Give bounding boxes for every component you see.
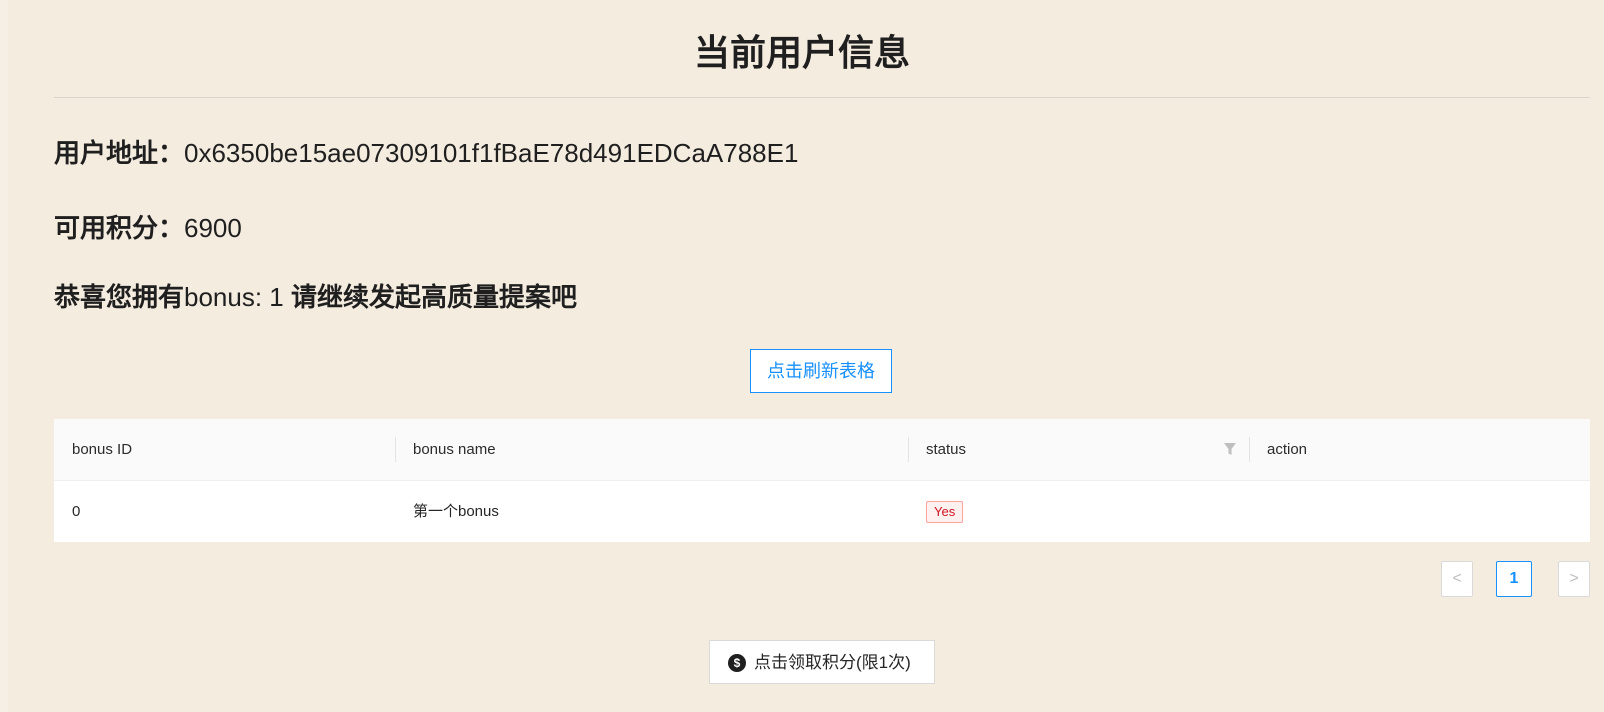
title-divider xyxy=(54,97,1590,98)
column-header-bonus-name[interactable]: bonus name xyxy=(395,419,908,480)
bonus-message: 恭喜您拥有bonus: 1 请继续发起高质量提案吧 xyxy=(54,277,577,314)
status-badge: Yes xyxy=(926,501,964,524)
cell-bonus-id: 0 xyxy=(72,503,81,520)
cell-status: Yes xyxy=(908,481,1249,542)
user-address-value: 0x6350be15ae07309101f1fBaE78d491EDCaA788… xyxy=(184,138,799,168)
table-row: 0 第一个bonus Yes xyxy=(54,481,1590,542)
page: 当前用户信息 用户地址：0x6350be15ae07309101f1fBaE78… xyxy=(0,0,1604,712)
column-header-bonus-id[interactable]: bonus ID xyxy=(54,419,395,480)
available-points-row: 可用积分：6900 xyxy=(54,208,242,245)
bonus-count: bonus: 1 xyxy=(184,282,284,312)
page-title: 当前用户信息 xyxy=(693,32,910,73)
bonus-message-prefix: 恭喜您拥有 xyxy=(54,282,185,312)
pagination-prev-button[interactable]: < xyxy=(1441,561,1473,597)
left-edge-strip xyxy=(0,0,8,712)
refresh-table-button[interactable]: 点击刷新表格 xyxy=(750,349,892,393)
claim-points-label: 点击领取积分(限1次) xyxy=(754,653,911,672)
user-address-row: 用户地址：0x6350be15ae07309101f1fBaE78d491EDC… xyxy=(54,133,798,170)
cell-bonus-name: 第一个bonus xyxy=(413,503,499,520)
bonus-table: bonus ID bonus name status action 0 第一个b… xyxy=(54,419,1590,542)
column-header-status[interactable]: status xyxy=(908,419,1249,480)
claim-points-button[interactable]: $ 点击领取积分(限1次) xyxy=(709,640,935,684)
available-points-label: 可用积分： xyxy=(54,213,185,243)
filter-icon[interactable] xyxy=(1223,441,1237,457)
pagination-next-button[interactable]: > xyxy=(1558,561,1590,597)
pagination-page-1[interactable]: 1 xyxy=(1496,561,1532,597)
available-points-value: 6900 xyxy=(184,213,242,243)
table-header: bonus ID bonus name status action xyxy=(54,419,1590,481)
cell-action xyxy=(1249,481,1590,542)
column-header-action[interactable]: action xyxy=(1249,419,1590,480)
dollar-circle-icon: $ xyxy=(728,654,746,672)
user-address-label: 用户地址： xyxy=(54,138,185,168)
bonus-message-suffix: 请继续发起高质量提案吧 xyxy=(283,282,577,312)
